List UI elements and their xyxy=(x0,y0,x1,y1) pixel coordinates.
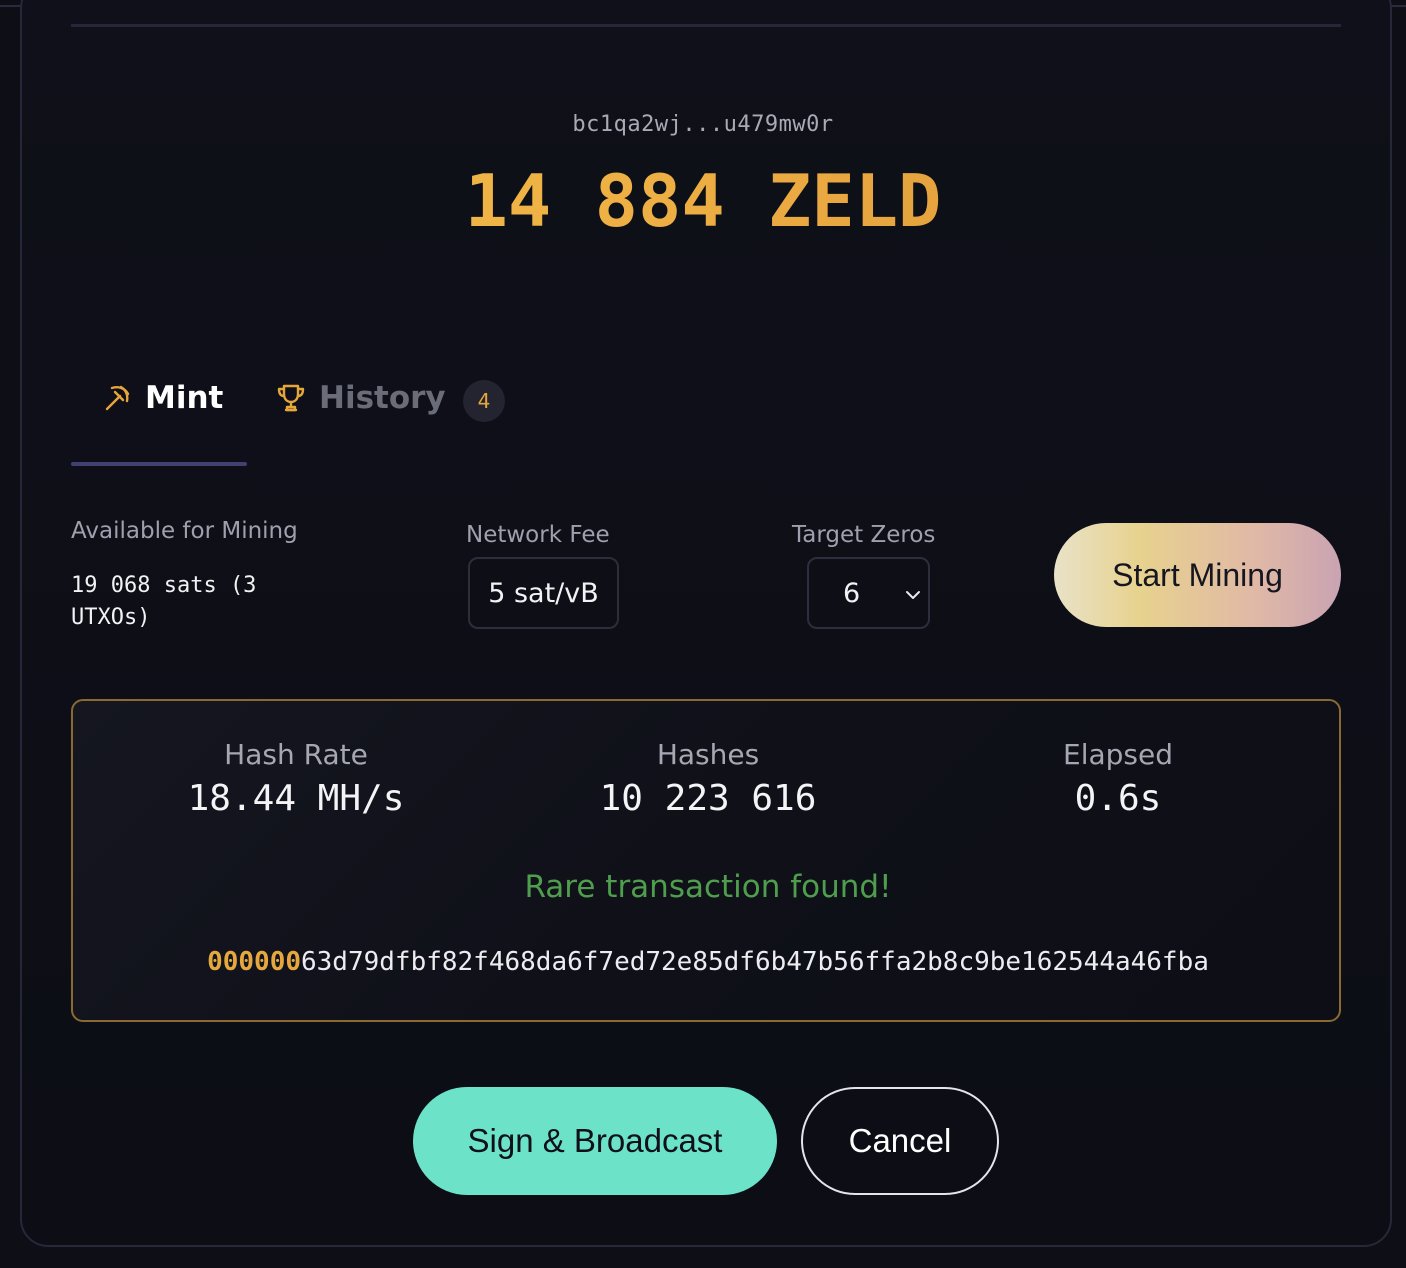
header-divider xyxy=(71,24,1341,27)
wallet-address: bc1qa2wj...u479mw0r xyxy=(572,112,834,137)
available-value: 19 068 sats (3 UTXOs) xyxy=(71,573,257,630)
chevron-down-icon xyxy=(906,591,920,599)
sign-broadcast-button[interactable]: Sign & Broadcast xyxy=(413,1087,777,1195)
target-zeros-select[interactable]: 6 xyxy=(807,557,930,629)
hash-leading-zeros: 000000 xyxy=(207,947,301,977)
token-balance: 14 884 ZELD xyxy=(0,156,1406,246)
target-zeros-value: 6 xyxy=(843,578,861,609)
tab-bar: Mint History 4 xyxy=(71,370,671,466)
tab-history-label: History xyxy=(319,380,446,416)
mining-results-panel: Hash Rate 18.44 MH/s Hashes 10 223 616 E… xyxy=(71,699,1341,1022)
tab-mint[interactable]: Mint xyxy=(101,380,223,416)
hashes-value: 10 223 616 xyxy=(599,778,817,819)
hashes-stat: Hashes 10 223 616 xyxy=(558,737,858,825)
target-zeros-label: Target Zeros xyxy=(792,522,936,548)
elapsed-value: 0.6s xyxy=(1074,778,1162,819)
hash-remainder: 63d79dfbf82f468da6f7ed72e85df6b47b56ffa2… xyxy=(301,947,1209,977)
transaction-hash: 00000063d79dfbf82f468da6f7ed72e85df6b47b… xyxy=(73,947,1343,977)
trophy-icon xyxy=(277,384,305,412)
start-mining-button[interactable]: Start Mining xyxy=(1054,523,1341,627)
found-message: Rare transaction found! xyxy=(524,869,892,905)
network-fee-label: Network Fee xyxy=(466,522,610,548)
hash-rate-value: 18.44 MH/s xyxy=(187,778,405,819)
active-tab-indicator xyxy=(71,462,247,466)
tab-history[interactable]: History xyxy=(275,380,446,416)
hashes-label: Hashes xyxy=(656,738,760,771)
elapsed-stat: Elapsed 0.6s xyxy=(968,737,1268,825)
available-label: Available for Mining xyxy=(71,518,298,544)
hash-rate-label: Hash Rate xyxy=(224,738,368,771)
network-fee-value: 5 sat/vB xyxy=(488,577,599,609)
network-fee-input[interactable]: 5 sat/vB xyxy=(468,557,619,629)
history-count-badge: 4 xyxy=(463,380,505,422)
cancel-button[interactable]: Cancel xyxy=(801,1087,999,1195)
tab-mint-label: Mint xyxy=(145,380,224,416)
elapsed-label: Elapsed xyxy=(1063,738,1173,771)
hash-rate-stat: Hash Rate 18.44 MH/s xyxy=(146,737,446,825)
pickaxe-icon xyxy=(105,385,130,411)
